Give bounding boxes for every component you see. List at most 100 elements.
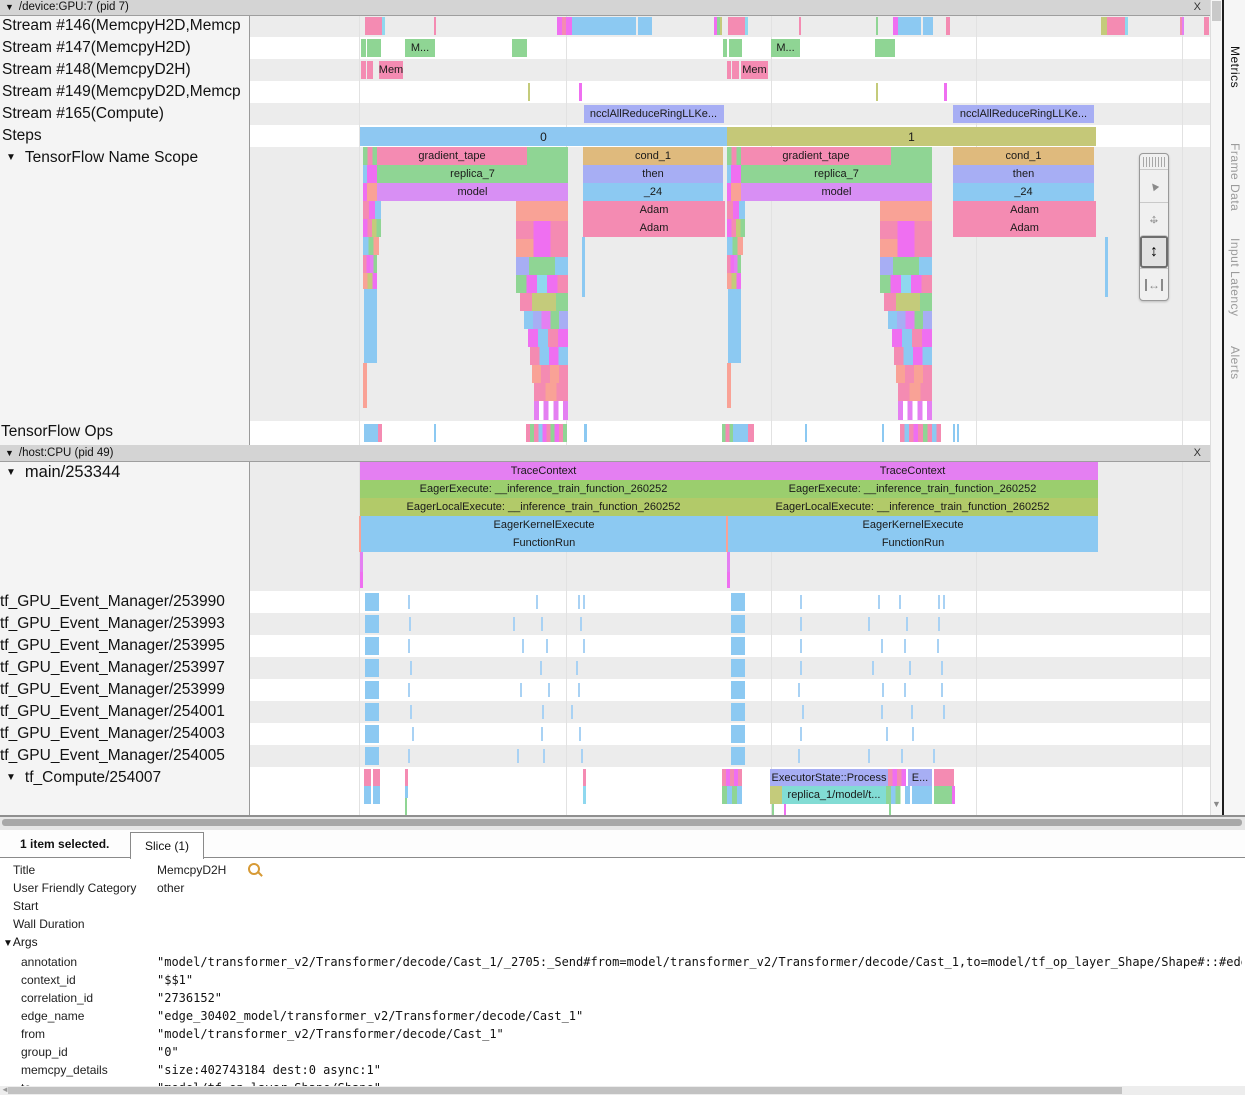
trace-event[interactable] bbox=[881, 705, 883, 719]
trace-event[interactable] bbox=[520, 293, 568, 311]
trace-event[interactable] bbox=[800, 617, 802, 631]
trace-event[interactable] bbox=[723, 39, 727, 57]
trace-event[interactable] bbox=[363, 273, 377, 289]
trace-event[interactable] bbox=[576, 661, 578, 675]
vertical-scrollbar[interactable]: ▼ bbox=[1210, 0, 1222, 815]
collapse-icon[interactable]: ▼ bbox=[3, 938, 13, 949]
trace-event[interactable] bbox=[516, 221, 568, 239]
trace-event[interactable] bbox=[800, 727, 802, 741]
trace-event[interactable] bbox=[541, 727, 543, 741]
trace-event[interactable] bbox=[899, 595, 901, 609]
trace-event[interactable]: TraceContext bbox=[727, 462, 1098, 480]
trace-event[interactable] bbox=[882, 424, 884, 442]
trace-event[interactable] bbox=[581, 749, 583, 763]
trace-event[interactable] bbox=[805, 424, 807, 442]
collapse-icon[interactable]: ▼ bbox=[5, 448, 14, 458]
trace-event[interactable]: _24 bbox=[953, 183, 1094, 201]
trace-event[interactable] bbox=[364, 786, 371, 804]
trace-event[interactable] bbox=[898, 17, 921, 35]
trace-event[interactable] bbox=[731, 615, 745, 633]
trace-event[interactable] bbox=[731, 637, 745, 655]
trace-event[interactable] bbox=[898, 383, 932, 401]
trace-event[interactable] bbox=[911, 705, 913, 719]
trace-event[interactable] bbox=[799, 17, 801, 35]
scroll-down-icon[interactable]: ▼ bbox=[1212, 799, 1221, 809]
trace-event[interactable]: replica_7 bbox=[377, 165, 568, 183]
trace-event[interactable]: Mem bbox=[379, 61, 403, 79]
trace-event[interactable] bbox=[898, 401, 932, 420]
trace-event[interactable] bbox=[516, 275, 568, 293]
trace-event[interactable] bbox=[727, 237, 743, 255]
trace-event[interactable] bbox=[880, 221, 932, 239]
trace-event[interactable]: _24 bbox=[583, 183, 723, 201]
trace-event[interactable] bbox=[527, 147, 568, 165]
trace-event[interactable]: then bbox=[953, 165, 1094, 183]
trace-event[interactable] bbox=[938, 617, 940, 631]
trace-event[interactable]: M... bbox=[405, 39, 435, 57]
trace-event[interactable] bbox=[530, 347, 568, 365]
trace-event[interactable]: cond_1 bbox=[953, 147, 1094, 165]
trace-event[interactable] bbox=[363, 363, 367, 408]
trace-event[interactable] bbox=[904, 639, 906, 653]
trace-event[interactable] bbox=[941, 683, 943, 697]
trace-event[interactable] bbox=[1125, 17, 1128, 35]
trace-event[interactable]: EagerExecute: __inference_train_function… bbox=[360, 480, 727, 498]
trace-event[interactable] bbox=[904, 683, 906, 697]
trace-event[interactable]: model bbox=[377, 183, 568, 201]
trace-event[interactable] bbox=[405, 769, 408, 786]
panel-splitter[interactable] bbox=[0, 815, 1245, 830]
trace-event[interactable]: ncclAllReduceRingLLKe... bbox=[953, 105, 1094, 123]
trace-event[interactable]: gradient_tape bbox=[741, 147, 891, 165]
trace-event[interactable] bbox=[365, 659, 379, 677]
trace-event[interactable]: ncclAllReduceRingLLKe... bbox=[584, 105, 723, 123]
trace-event[interactable] bbox=[901, 749, 903, 763]
args-section-header[interactable]: ▼Args bbox=[3, 935, 38, 949]
trace-event[interactable] bbox=[731, 681, 745, 699]
trace-event[interactable] bbox=[802, 705, 804, 719]
trace-event[interactable]: model bbox=[741, 183, 932, 201]
trace-event[interactable] bbox=[800, 661, 802, 675]
trace-event[interactable] bbox=[727, 273, 741, 289]
trace-event[interactable] bbox=[410, 661, 412, 675]
trace-event[interactable] bbox=[522, 639, 524, 653]
trace-event[interactable] bbox=[892, 329, 932, 347]
trace-event[interactable] bbox=[363, 165, 371, 183]
trace-event[interactable] bbox=[363, 147, 377, 165]
trace-event[interactable] bbox=[583, 595, 585, 609]
trace-event[interactable] bbox=[727, 572, 730, 588]
trace-event[interactable] bbox=[727, 363, 731, 408]
collapse-icon[interactable]: ▼ bbox=[6, 152, 16, 163]
trace-event[interactable] bbox=[365, 593, 379, 611]
trace-event[interactable] bbox=[405, 786, 408, 798]
trace-event[interactable] bbox=[638, 17, 652, 35]
trace-event[interactable] bbox=[943, 705, 945, 719]
trace-event[interactable] bbox=[770, 786, 782, 804]
trace-event[interactable]: M... bbox=[771, 39, 800, 57]
trace-event[interactable] bbox=[524, 311, 568, 329]
trace-event[interactable]: FunctionRun bbox=[361, 534, 727, 552]
trace-event[interactable]: cond_1 bbox=[583, 147, 723, 165]
trace-event[interactable]: Mem bbox=[741, 61, 768, 79]
trace-event[interactable]: replica_7 bbox=[741, 165, 932, 183]
trace-event[interactable] bbox=[880, 257, 932, 275]
sidebar-tab-metrics[interactable]: Metrics bbox=[1228, 46, 1242, 88]
trace-event[interactable] bbox=[946, 17, 950, 35]
trace-event[interactable] bbox=[365, 703, 379, 721]
trace-event[interactable] bbox=[365, 747, 379, 765]
trace-event[interactable] bbox=[952, 786, 955, 804]
trace-event[interactable]: EagerKernelExecute bbox=[361, 516, 727, 534]
close-gpu-section-button[interactable]: X bbox=[1191, 0, 1204, 15]
trace-event[interactable] bbox=[726, 516, 728, 552]
trace-event[interactable] bbox=[933, 749, 935, 763]
trace-event[interactable]: TraceContext bbox=[360, 462, 727, 480]
timing-tool-button[interactable]: ↔ bbox=[1140, 268, 1168, 301]
trace-event[interactable] bbox=[894, 347, 932, 365]
trace-event[interactable] bbox=[886, 727, 888, 741]
trace-event[interactable] bbox=[1182, 17, 1184, 35]
trace-event[interactable] bbox=[798, 749, 800, 763]
trace-event[interactable] bbox=[408, 595, 410, 609]
trace-event[interactable]: EagerLocalExecute: __inference_train_fun… bbox=[360, 498, 727, 516]
trace-event[interactable] bbox=[408, 749, 410, 763]
trace-event[interactable] bbox=[526, 424, 567, 442]
trace-event[interactable] bbox=[731, 725, 745, 743]
